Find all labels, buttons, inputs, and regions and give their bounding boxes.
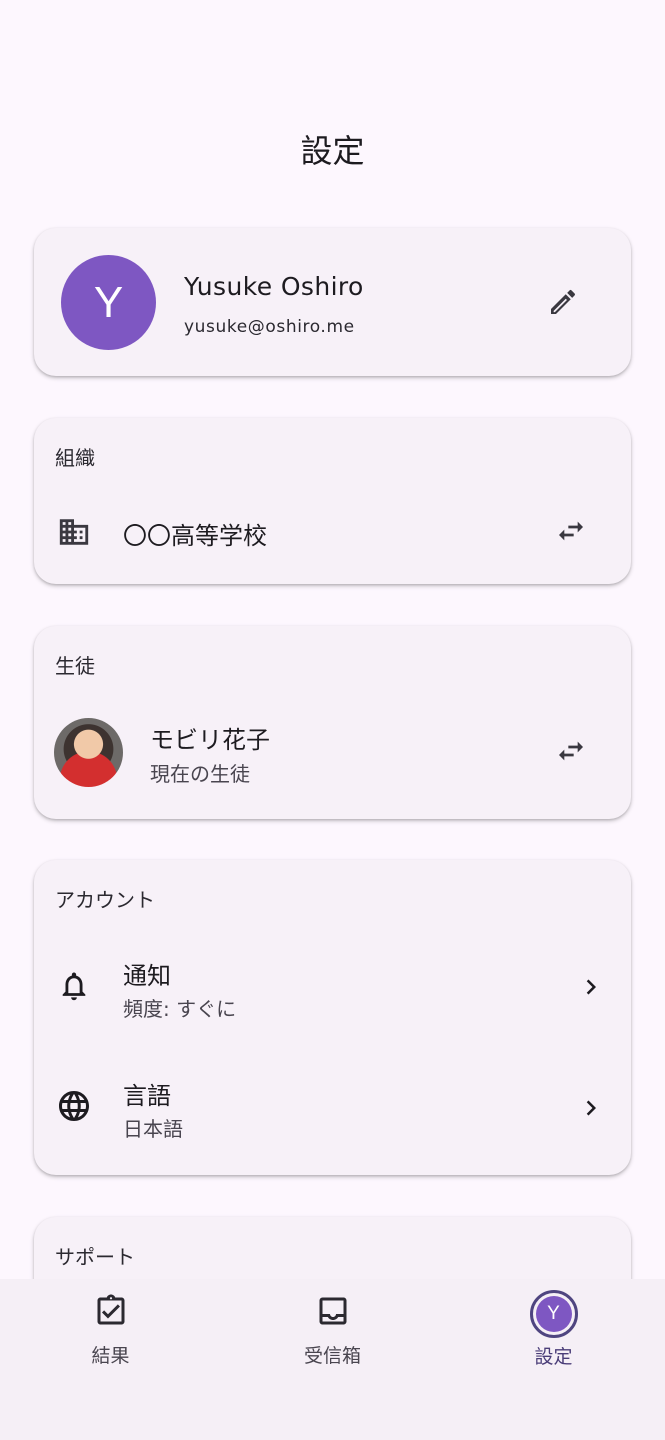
chevron-right-icon bbox=[567, 963, 615, 1011]
language-row[interactable]: 言語 日本語 bbox=[34, 1060, 631, 1160]
language-title: 言語 bbox=[123, 1082, 171, 1110]
nav-item-results[interactable]: 結果 bbox=[0, 1279, 221, 1389]
organization-header: 組織 bbox=[55, 446, 95, 470]
profile-email: yusuke@oshiro.me bbox=[184, 317, 355, 337]
profile-card: Y Yusuke Oshiro yusuke@oshiro.me bbox=[34, 228, 631, 376]
bottom-navigation: 結果 受信箱 Y 設定 bbox=[0, 1279, 665, 1440]
notification-row[interactable]: 通知 頻度: すぐに bbox=[34, 940, 631, 1040]
student-row[interactable] bbox=[34, 704, 631, 804]
organization-name: 〇〇高等学校 bbox=[123, 522, 267, 550]
student-name: モビリ花子 bbox=[150, 726, 270, 754]
student-card: 生徒 モビリ花子 現在の生徒 bbox=[34, 626, 631, 819]
clipboard-check-icon bbox=[97, 1294, 124, 1325]
language-subtitle: 日本語 bbox=[123, 1117, 183, 1141]
switch-student-button[interactable] bbox=[547, 727, 595, 775]
nav-label-results: 結果 bbox=[91, 1345, 130, 1367]
organization-card: 組織 〇〇高等学校 bbox=[34, 418, 631, 584]
support-header: サポート bbox=[55, 1245, 135, 1269]
settings-screen: 設定 Y Yusuke Oshiro yusuke@oshiro.me 組織 〇… bbox=[0, 0, 665, 1440]
organization-row[interactable]: 〇〇高等学校 bbox=[34, 496, 631, 566]
nav-label-inbox: 受信箱 bbox=[303, 1345, 361, 1367]
nav-item-inbox[interactable]: 受信箱 bbox=[222, 1279, 443, 1389]
page-title: 設定 bbox=[300, 132, 365, 170]
profile-name: Yusuke Oshiro bbox=[184, 272, 364, 301]
edit-profile-button[interactable] bbox=[539, 278, 587, 326]
avatar: Y bbox=[61, 255, 156, 350]
avatar: Y bbox=[529, 1290, 578, 1338]
globe-icon bbox=[59, 1091, 89, 1121]
notification-title: 通知 bbox=[123, 962, 171, 990]
notification-subtitle: 頻度: すぐに bbox=[123, 997, 237, 1021]
swap-icon bbox=[559, 521, 583, 541]
nav-item-settings[interactable]: Y 設定 bbox=[443, 1279, 664, 1389]
switch-organization-button[interactable] bbox=[547, 507, 595, 555]
account-card: アカウント 通知 頻度: すぐに 言語 日本語 bbox=[34, 860, 631, 1175]
nav-label-settings: 設定 bbox=[534, 1346, 573, 1368]
student-subtitle: 現在の生徒 bbox=[150, 762, 250, 786]
building-icon bbox=[59, 519, 89, 545]
bell-icon bbox=[62, 972, 86, 1001]
inbox-icon bbox=[319, 1297, 346, 1325]
student-photo bbox=[54, 718, 123, 787]
nav-avatar-letter: Y bbox=[535, 1296, 572, 1332]
chevron-right-icon bbox=[567, 1084, 615, 1132]
swap-icon bbox=[559, 741, 583, 761]
account-header: アカウント bbox=[55, 888, 155, 912]
student-header: 生徒 bbox=[55, 654, 95, 678]
pencil-icon bbox=[551, 289, 576, 314]
